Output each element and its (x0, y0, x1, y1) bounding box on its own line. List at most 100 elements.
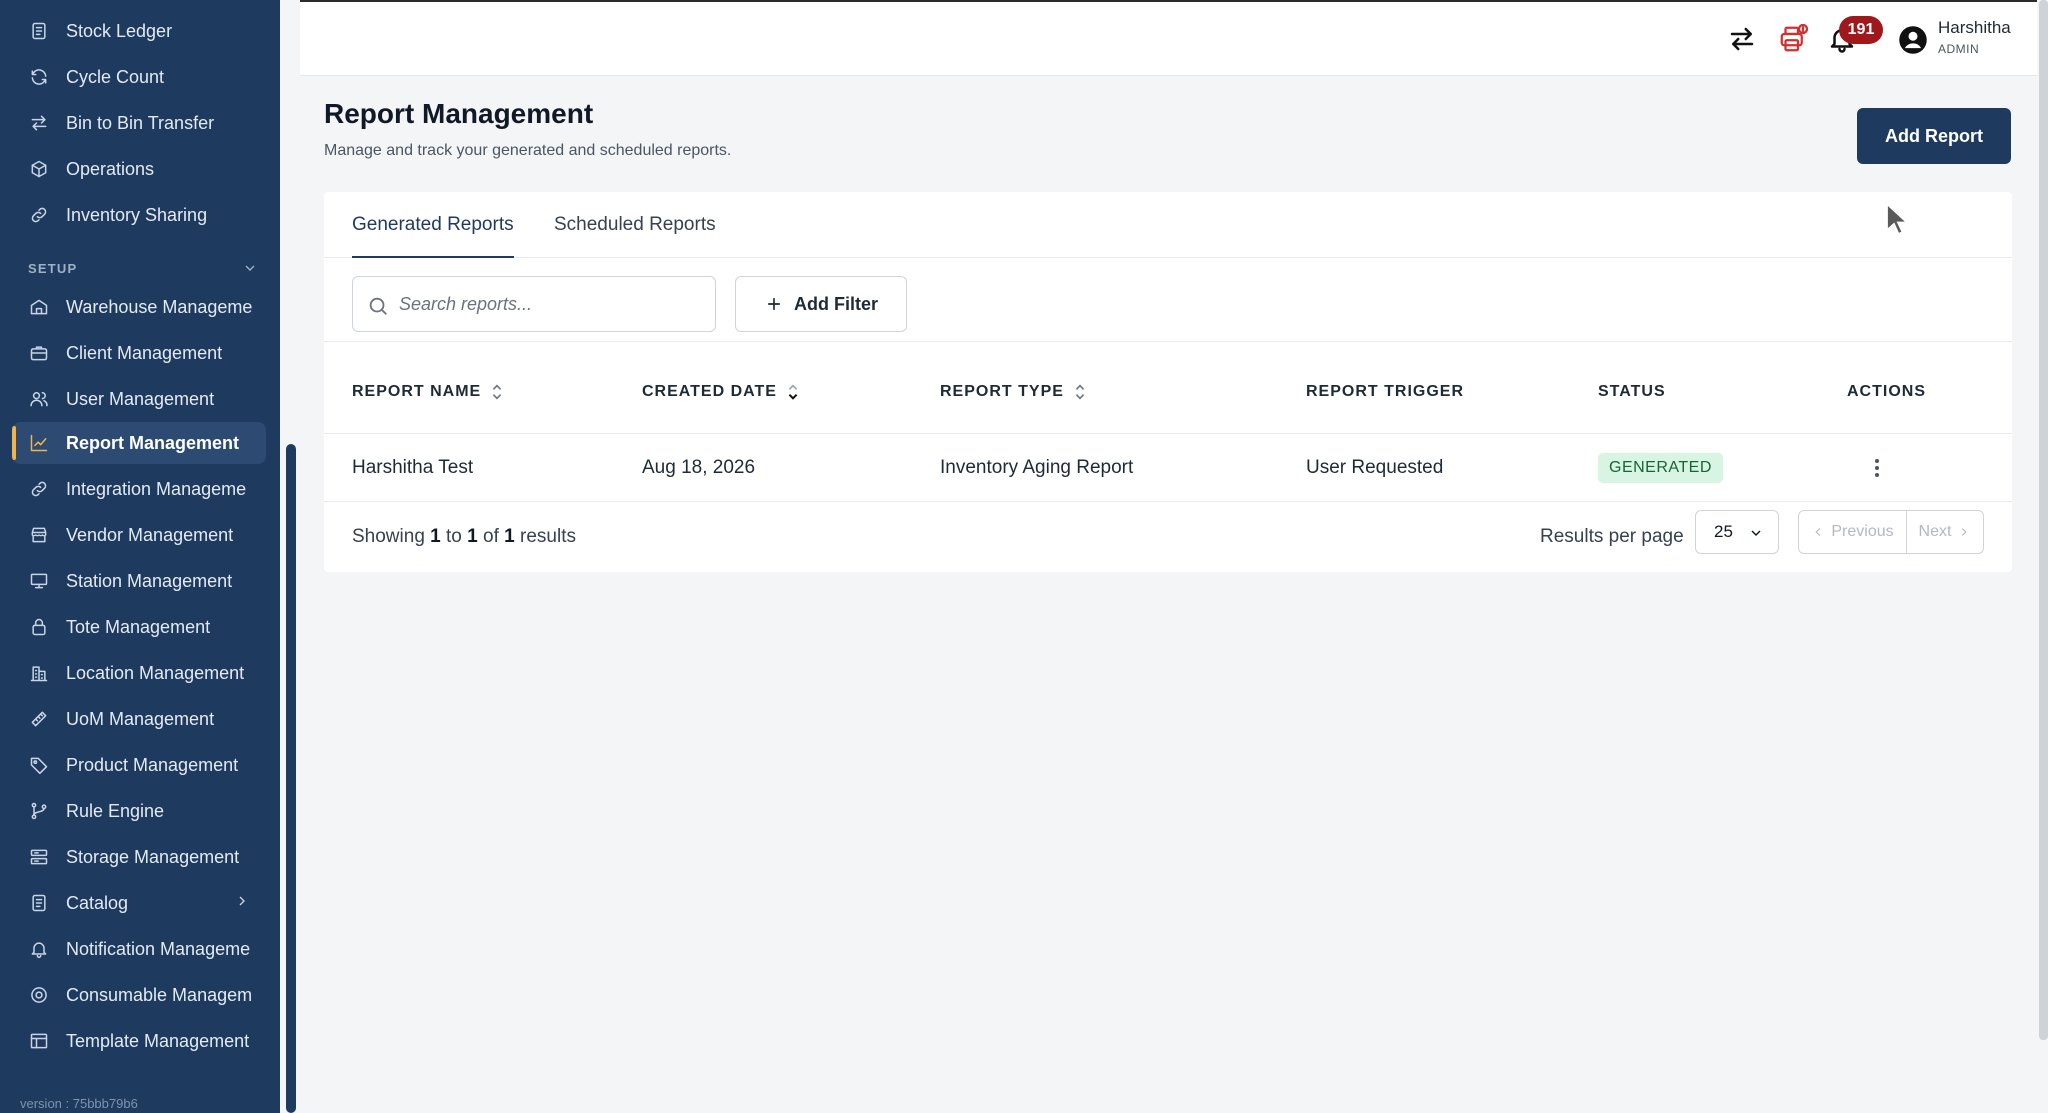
sidebar-item-stock-ledger[interactable]: Stock Ledger (12, 10, 266, 52)
user-menu[interactable]: Harshitha ADMIN (1898, 18, 2028, 60)
bell-icon (28, 938, 50, 960)
sidebar-item-label: Report Management (66, 432, 240, 453)
previous-label: Previous (1831, 523, 1894, 540)
search-input[interactable] (399, 277, 709, 331)
topbar: 191 Harshitha ADMIN (300, 0, 2037, 76)
sidebar-item-tote-management[interactable]: Tote Management (12, 606, 266, 648)
chevron-left-icon (1815, 528, 1821, 536)
add-filter-label: Add Filter (794, 293, 878, 314)
chevron-down-icon (1751, 530, 1761, 537)
sidebar-item-uom-management[interactable]: UoM Management (12, 698, 266, 740)
user-avatar-icon (1899, 26, 1927, 54)
tab-generated-reports[interactable]: Generated Reports (352, 192, 514, 259)
column-header-report-name[interactable]: REPORT NAME (352, 350, 505, 434)
next-page-button[interactable]: Next (1907, 511, 1983, 553)
sidebar-item-cycle-count[interactable]: Cycle Count (12, 56, 266, 98)
sidebar-item-label: Vendor Management (66, 524, 234, 545)
page-title: Report Management (324, 98, 594, 129)
sidebar-item-label: Storage Management (66, 846, 240, 867)
version-label: version : 75bbb79b6 (20, 1096, 138, 1111)
transfer-icon (28, 112, 50, 134)
mouse-cursor-icon (1886, 202, 1910, 236)
sidebar-item-integration-management[interactable]: Integration Manageme (12, 468, 266, 510)
catalog-icon (28, 892, 50, 914)
sidebar-item-label: Catalog (66, 892, 129, 913)
sidebar-item-location-management[interactable]: Location Management (12, 652, 266, 694)
ledger-icon (28, 20, 50, 42)
sidebar-item-operations[interactable]: Operations (12, 148, 266, 190)
results-per-page-label: Results per page (1540, 526, 1684, 547)
building-icon (28, 662, 50, 684)
summary-from: 1 (430, 526, 441, 547)
add-report-button[interactable]: Add Report (1857, 108, 2011, 164)
row-actions-button[interactable] (1865, 434, 1889, 502)
monitor-icon (28, 570, 50, 592)
summary-text: results (520, 526, 576, 547)
table-row[interactable]: Harshitha Test Aug 18, 2026 Inventory Ag… (324, 434, 2012, 502)
sidebar-item-label: Cycle Count (66, 66, 165, 87)
sidebar-item-station-management[interactable]: Station Management (12, 560, 266, 602)
briefcase-icon (28, 342, 50, 364)
column-header-report-trigger: REPORT TRIGGER (1306, 383, 1465, 400)
status-badge: GENERATED (1598, 453, 1723, 483)
more-vertical-icon (1875, 459, 1879, 477)
tag-icon (28, 754, 50, 776)
sidebar-item-warehouse-management[interactable]: Warehouse Manageme (12, 286, 266, 328)
cell-status: GENERATED (1598, 434, 1723, 502)
previous-page-button[interactable]: Previous (1799, 511, 1907, 553)
sidebar-item-product-management[interactable]: Product Management (12, 744, 266, 786)
sidebar-item-template-management[interactable]: Template Management (12, 1020, 266, 1062)
column-header-report-type[interactable]: REPORT TYPE (940, 350, 1088, 434)
sidebar-item-label: Operations (66, 158, 155, 179)
switch-icon[interactable] (1723, 20, 1761, 58)
sidebar-item-label: Rule Engine (66, 800, 165, 821)
summary-to: 1 (467, 526, 478, 547)
user-role: ADMIN (1938, 42, 1980, 56)
summary-total: 1 (504, 526, 515, 547)
table-footer: Showing 1 to 1 of 1 results Results per … (324, 502, 2012, 572)
sidebar-item-rule-engine[interactable]: Rule Engine (12, 790, 266, 832)
sidebar-item-client-management[interactable]: Client Management (12, 332, 266, 374)
per-page-value: 25 (1714, 522, 1733, 541)
cell-created-date: Aug 18, 2026 (642, 457, 756, 478)
sidebar-item-label: Location Management (66, 662, 245, 683)
chart-line-icon (28, 432, 50, 454)
sidebar-item-catalog[interactable]: Catalog (12, 882, 266, 924)
sidebar-item-bin-to-bin-transfer[interactable]: Bin to Bin Transfer (12, 102, 266, 144)
sidebar-item-inventory-sharing[interactable]: Inventory Sharing (12, 194, 266, 236)
sidebar-item-storage-management[interactable]: Storage Management (12, 836, 266, 878)
sidebar-item-label: UoM Management (66, 708, 215, 729)
summary-text: Showing (352, 526, 425, 547)
sidebar-scrollbar[interactable] (286, 444, 296, 1113)
sidebar-item-report-management[interactable]: Report Management (12, 422, 266, 464)
reports-card: Generated Reports Scheduled Reports Add … (324, 192, 2012, 572)
sidebar-item-label: Client Management (66, 342, 223, 363)
page-scrollbar[interactable] (2039, 0, 2048, 1040)
column-header-created-date[interactable]: CREATED DATE (642, 350, 801, 434)
sidebar-item-label: Station Management (66, 570, 233, 591)
pagination: Previous Next (1798, 510, 1984, 554)
section-label-setup: SETUP (28, 260, 78, 276)
sidebar-item-user-management[interactable]: User Management (12, 378, 266, 420)
tab-scheduled-reports[interactable]: Scheduled Reports (554, 192, 716, 258)
setup-section-toggle[interactable]: SETUP (28, 258, 258, 278)
printer-alert-icon[interactable] (1774, 20, 1812, 58)
sidebar-item-label: Consumable Managem (66, 984, 253, 1005)
sidebar-item-label: User Management (66, 388, 215, 409)
sidebar-item-notification-management[interactable]: Notification Manageme (12, 928, 266, 970)
next-label: Next (1918, 523, 1952, 540)
at-icon (28, 984, 50, 1006)
sidebar-item-label: Product Management (66, 754, 239, 775)
cell-report-name: Harshitha Test (352, 457, 474, 478)
sort-descending-icon (788, 384, 798, 400)
page-subtitle: Manage and track your generated and sche… (324, 142, 732, 159)
results-per-page-select[interactable]: 25 (1695, 510, 1779, 554)
search-icon (369, 297, 387, 315)
sidebar-item-consumable-management[interactable]: Consumable Managem (12, 974, 266, 1016)
table-icon (28, 1030, 50, 1052)
sort-icon (1075, 384, 1085, 400)
sidebar-item-vendor-management[interactable]: Vendor Management (12, 514, 266, 556)
add-filter-button[interactable]: Add Filter (735, 276, 907, 332)
topbar-divider (300, 0, 2037, 2)
search-field[interactable] (352, 276, 716, 332)
